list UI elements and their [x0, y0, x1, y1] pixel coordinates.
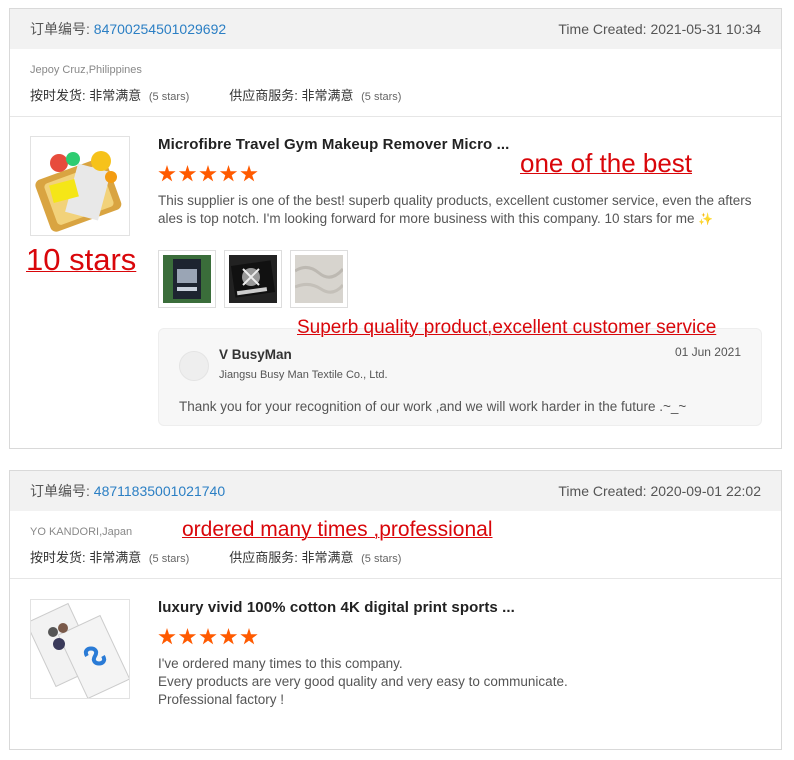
order-number: 订单编号: 84700254501029692 [30, 19, 226, 39]
star-icon [158, 628, 176, 645]
star-icon [219, 628, 238, 645]
rating-label: 按时发货: [30, 550, 86, 565]
time-created: Time Created: 2021-05-31 10:34 [558, 21, 761, 37]
reply-date: 01 Jun 2021 [674, 345, 741, 359]
reply-company: Jiangsu Busy Man Textile Co., Ltd. [219, 369, 388, 381]
product-image [31, 600, 129, 698]
star-icon [240, 165, 258, 182]
star-icon [219, 165, 238, 182]
buyer-name: Jepoy Cruz,Philippines [30, 64, 142, 76]
rating-stars: (5 stars) [361, 553, 402, 565]
rating-stars: (5 stars) [148, 553, 190, 565]
review-photo[interactable] [224, 250, 282, 308]
buyer-info: Jepoy Cruz,Philippines 按时发货: 非常满意 (5 sta… [10, 49, 781, 117]
rating-stars: (5 stars) [148, 91, 190, 103]
review-photo[interactable] [158, 250, 216, 308]
star-icon [199, 165, 217, 182]
annotation-ten-stars: 10 stars [26, 242, 137, 277]
time-created: Time Created: 2020-09-01 22:02 [558, 483, 761, 499]
card-header: 订单编号: 84700254501029692 Time Created: 20… [10, 9, 781, 49]
rating-value: 非常满意 [89, 88, 142, 103]
review-stars [158, 165, 261, 183]
review-card: 订单编号: 84700254501029692 Time Created: 20… [9, 8, 782, 449]
supplier-reply: V BusyMan Jiangsu Busy Man Textile Co., … [158, 328, 762, 426]
product-thumbnail[interactable] [30, 599, 130, 699]
supplier-service-rating: 供应商服务: 非常满意 (5 stars) [229, 85, 401, 104]
rating-label: 供应商服务: [229, 88, 298, 103]
star-icon [158, 165, 176, 182]
star-icon [178, 628, 197, 645]
rating-value: 非常满意 [301, 550, 354, 565]
review-stars [158, 628, 261, 646]
order-label: 订单编号: [30, 21, 90, 37]
review-line-text: ales is top notch. I'm looking forward f… [158, 211, 695, 226]
card-header: 订单编号: 48711835001021740 Time Created: 20… [10, 471, 781, 511]
annotation-ordered-many: ordered many times ,professional [182, 518, 493, 541]
on-time-delivery-rating: 按时发货: 非常满意 (5 stars) [30, 85, 189, 104]
star-icon [178, 165, 197, 182]
review-line: I've ordered many times to this company. [158, 656, 403, 671]
product-title-link[interactable]: Microfibre Travel Gym Makeup Remover Mic… [158, 136, 509, 153]
order-number: 订单编号: 48711835001021740 [30, 481, 225, 501]
rating-value: 非常满意 [301, 88, 354, 103]
order-id-link[interactable]: 84700254501029692 [94, 21, 226, 37]
rating-label: 供应商服务: [229, 550, 298, 565]
review-photo[interactable] [290, 250, 348, 308]
rating-value: 非常满意 [89, 550, 142, 565]
review-line: Professional factory ! [158, 692, 285, 707]
rating-label: 按时发货: [30, 88, 86, 103]
star-icon [240, 628, 258, 645]
supplier-avatar [179, 351, 209, 381]
product-title-link[interactable]: luxury vivid 100% cotton 4K digital prin… [158, 599, 515, 616]
annotation-one-of-best: one of the best [520, 148, 693, 178]
sparkles-icon: ✨ [698, 212, 714, 226]
product-thumbnail[interactable] [30, 136, 130, 236]
review-card: 订单编号: 48711835001021740 Time Created: 20… [9, 470, 782, 750]
review-line: Every products are very good quality and… [158, 674, 568, 689]
photo-image [294, 255, 345, 303]
star-icon [199, 628, 217, 645]
review-line: ales is top notch. I'm looking forward f… [158, 210, 768, 228]
order-id-link[interactable]: 48711835001021740 [94, 483, 225, 499]
supplier-ratings: 按时发货: 非常满意 (5 stars) 供应商服务: 非常满意 (5 star… [30, 85, 761, 104]
review-text: This supplier is one of the best! superb… [158, 192, 768, 228]
photo-image [163, 255, 211, 303]
photo-image [229, 255, 277, 303]
on-time-delivery-rating: 按时发货: 非常满意 (5 stars) [30, 547, 189, 566]
reply-name: V BusyMan [219, 347, 292, 362]
rating-stars: (5 stars) [361, 91, 402, 103]
review-photos [158, 250, 356, 308]
supplier-ratings: 按时发货: 非常满意 (5 stars) 供应商服务: 非常满意 (5 star… [30, 547, 761, 566]
product-image [31, 137, 129, 235]
review-line: This supplier is one of the best! superb… [158, 193, 752, 208]
review-text: I've ordered many times to this company.… [158, 655, 768, 709]
order-label: 订单编号: [30, 483, 90, 499]
supplier-service-rating: 供应商服务: 非常满意 (5 stars) [229, 547, 401, 566]
annotation-superb: Superb quality product,excellent custome… [297, 317, 717, 338]
reply-text: Thank you for your recognition of our wo… [179, 399, 687, 414]
